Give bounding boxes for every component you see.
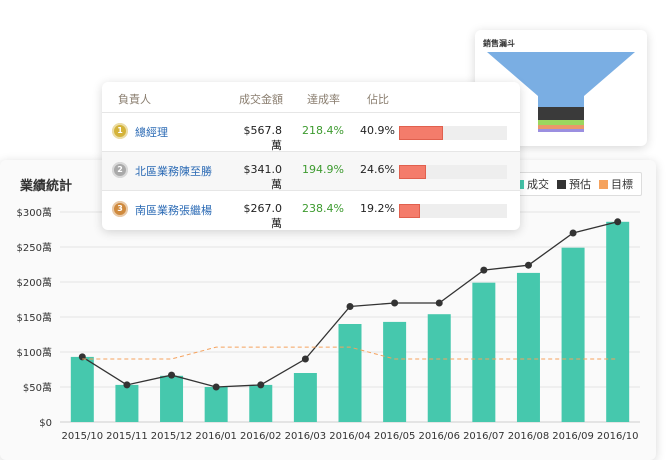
forecast-point: [346, 303, 354, 310]
silver-medal-icon: 2: [112, 162, 128, 178]
share-bar-fill: [399, 126, 444, 140]
chart-legend: 成交 預估 目標: [506, 172, 642, 196]
share-bar: [399, 165, 507, 179]
forecast-point: [569, 229, 577, 237]
forecast-point: [524, 261, 532, 269]
x-tick-label: 2016/07: [463, 431, 505, 442]
person-link[interactable]: 總經理: [135, 124, 168, 140]
x-tick-label: 2016/10: [597, 431, 639, 442]
share-percent: 19.2%: [360, 202, 395, 215]
x-tick-label: 2016/03: [285, 431, 327, 442]
y-tick-label: $100萬: [17, 346, 52, 359]
x-tick-label: 2015/11: [106, 431, 148, 442]
bar: [293, 373, 317, 422]
share-bar: [399, 126, 507, 140]
table-header: 負責人 成交金額 達成率 佔比: [102, 82, 520, 112]
legend-swatch-forecast: [557, 179, 566, 189]
y-tick-label: $300萬: [17, 206, 52, 219]
deal-amount: $267.0萬: [243, 202, 283, 230]
forecast-point: [614, 218, 622, 226]
forecast-point: [212, 383, 220, 391]
gold-medal-icon: 1: [112, 123, 128, 139]
legend-label-deal: 成交: [527, 178, 549, 191]
y-tick-label: $250萬: [17, 241, 52, 254]
bronze-medal-icon: 3: [112, 201, 128, 217]
bar: [561, 247, 585, 422]
header-amount: 成交金額: [239, 93, 283, 106]
bar: [383, 321, 407, 422]
bar: [160, 375, 184, 422]
x-tick-label: 2016/01: [195, 431, 237, 442]
bar: [115, 384, 139, 422]
person-link[interactable]: 南區業務張繼楊: [135, 202, 212, 218]
bar: [338, 324, 362, 422]
bar: [427, 314, 451, 422]
forecast-point: [257, 381, 265, 389]
header-share: 佔比: [367, 93, 389, 106]
legend-item-deal[interactable]: 成交: [515, 176, 549, 192]
forecast-point: [435, 299, 443, 307]
achievement-rate: 218.4%: [302, 124, 344, 137]
header-person: 負責人: [118, 93, 151, 106]
x-tick-label: 2016/04: [329, 431, 371, 442]
share-bar-fill: [399, 204, 420, 218]
y-tick-label: $50萬: [23, 381, 52, 394]
legend-label-forecast: 預估: [569, 178, 591, 191]
x-tick-label: 2016/08: [508, 431, 550, 442]
bar: [472, 282, 496, 422]
y-tick-label: $0: [39, 418, 52, 429]
table-row[interactable]: 3 南區業務張繼楊 $267.0萬 238.4% 19.2%: [102, 190, 520, 230]
x-tick-label: 2016/05: [374, 431, 416, 442]
bar: [606, 221, 630, 422]
funnel-stage: [538, 125, 584, 129]
legend-swatch-target: [599, 179, 608, 189]
x-tick-label: 2016/02: [240, 431, 282, 442]
x-tick-label: 2016/09: [552, 431, 594, 442]
x-tick-label: 2016/06: [418, 431, 460, 442]
share-percent: 24.6%: [360, 163, 395, 176]
x-tick-label: 2015/12: [151, 431, 193, 442]
bar: [516, 272, 540, 422]
achievement-rate: 194.9%: [302, 163, 344, 176]
table-row[interactable]: 1 總經理 $567.8萬 218.4% 40.9%: [102, 112, 520, 152]
header-rate: 達成率: [307, 93, 340, 106]
share-bar-fill: [399, 165, 426, 179]
legend-item-target[interactable]: 目標: [599, 176, 633, 192]
bar: [204, 387, 228, 422]
sales-ranking-table: 負責人 成交金額 達成率 佔比 1 總經理 $567.8萬 218.4% 40.…: [102, 82, 520, 230]
person-link[interactable]: 北區業務陳至勝: [135, 163, 212, 179]
forecast-point: [301, 355, 309, 363]
bar: [249, 384, 273, 422]
chart-title: 業績統計: [20, 179, 73, 194]
y-tick-label: $150萬: [17, 311, 52, 324]
forecast-point: [123, 381, 131, 389]
forecast-point: [391, 299, 399, 307]
x-tick-label: 2015/10: [62, 431, 104, 442]
y-tick-label: $200萬: [17, 276, 52, 289]
bar: [70, 356, 94, 422]
legend-item-forecast[interactable]: 預估: [557, 176, 591, 192]
funnel-stage: [538, 129, 584, 132]
share-bar: [399, 204, 507, 218]
table-row[interactable]: 2 北區業務陳至勝 $341.0萬 194.9% 24.6%: [102, 151, 520, 191]
deal-amount: $341.0萬: [243, 163, 283, 191]
forecast-point: [480, 266, 488, 274]
forecast-point: [168, 371, 176, 379]
achievement-rate: 238.4%: [302, 202, 344, 215]
legend-label-target: 目標: [611, 178, 633, 191]
funnel-stage: [538, 107, 584, 120]
deal-amount: $567.8萬: [243, 124, 283, 152]
funnel-stage: [538, 120, 584, 125]
share-percent: 40.9%: [360, 124, 395, 137]
